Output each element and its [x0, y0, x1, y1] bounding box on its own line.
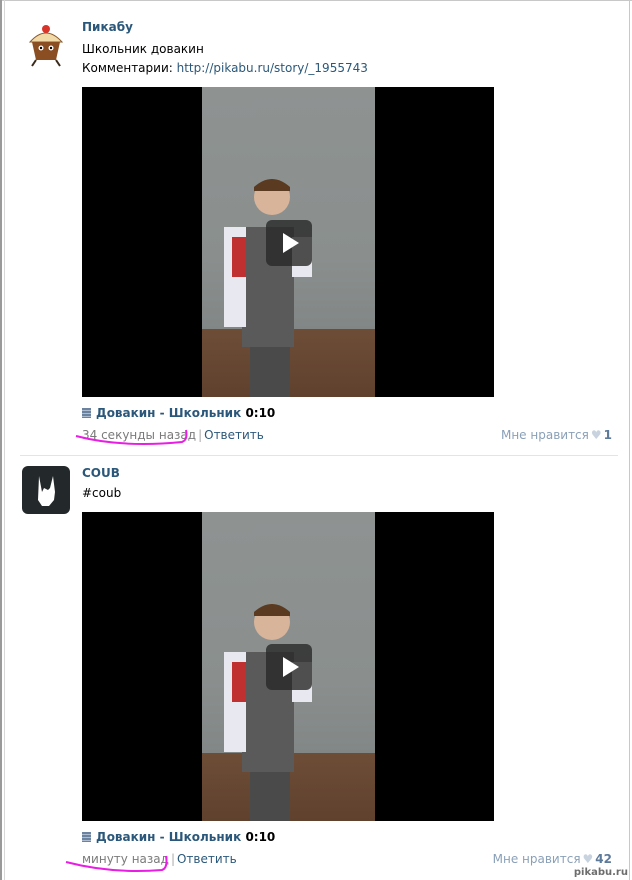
highlight-underline [65, 855, 168, 872]
video-duration: 0:10 [245, 830, 276, 844]
post-author[interactable]: COUB [82, 466, 120, 480]
post-text: #coub [82, 486, 122, 500]
frame-left-inner [4, 0, 5, 880]
post-author[interactable]: Пикабу [82, 20, 133, 34]
post-coub: COUB #coub Довакин - Школьник 0:10 минут… [22, 466, 622, 876]
highlight-underline [75, 429, 188, 445]
post-text: Школьник довакин [82, 42, 204, 56]
video-duration: 0:10 [245, 406, 276, 420]
video-icon [82, 408, 91, 418]
frame-left [0, 0, 2, 880]
video-player[interactable] [82, 87, 494, 397]
post-comments-line: Комментарии: http://pikabu.ru/story/_195… [82, 61, 368, 75]
frame-right [629, 0, 630, 880]
heart-icon: ♥ [590, 428, 602, 442]
separator: | [198, 428, 203, 442]
coub-horns-avatar[interactable] [22, 466, 70, 514]
frame-top [0, 0, 632, 1]
like-label: Мне нравится [492, 852, 581, 866]
reply-button[interactable]: Ответить [177, 852, 237, 866]
video-caption[interactable]: Довакин - Школьник 0:10 [82, 406, 275, 420]
story-link[interactable]: http://pikabu.ru/story/_1955743 [177, 61, 368, 75]
video-caption[interactable]: Довакин - Школьник 0:10 [82, 830, 275, 844]
like-count: 42 [595, 852, 612, 866]
watermark: pikabu.ru [573, 867, 628, 878]
pikabu-cupcake-avatar[interactable] [22, 20, 70, 68]
post-divider [20, 455, 618, 456]
like-button[interactable]: Мне нравится ♥ 42 [493, 852, 612, 866]
video-title[interactable]: Довакин - Школьник [96, 830, 241, 844]
video-title[interactable]: Довакин - Школьник [96, 406, 241, 420]
like-label: Мне нравится [500, 428, 589, 442]
like-count: 1 [603, 428, 612, 442]
comments-label: Комментарии: [82, 61, 173, 75]
video-player[interactable] [82, 512, 494, 821]
heart-icon: ♥ [582, 852, 594, 866]
reply-button[interactable]: Ответить [204, 428, 264, 442]
like-button[interactable]: Мне нравится ♥ 1 [501, 428, 612, 442]
play-icon[interactable] [266, 220, 312, 266]
video-icon [82, 832, 91, 842]
post-pikabu: Пикабу Школьник довакин Комментарии: htt… [22, 20, 622, 450]
play-icon[interactable] [266, 644, 312, 690]
